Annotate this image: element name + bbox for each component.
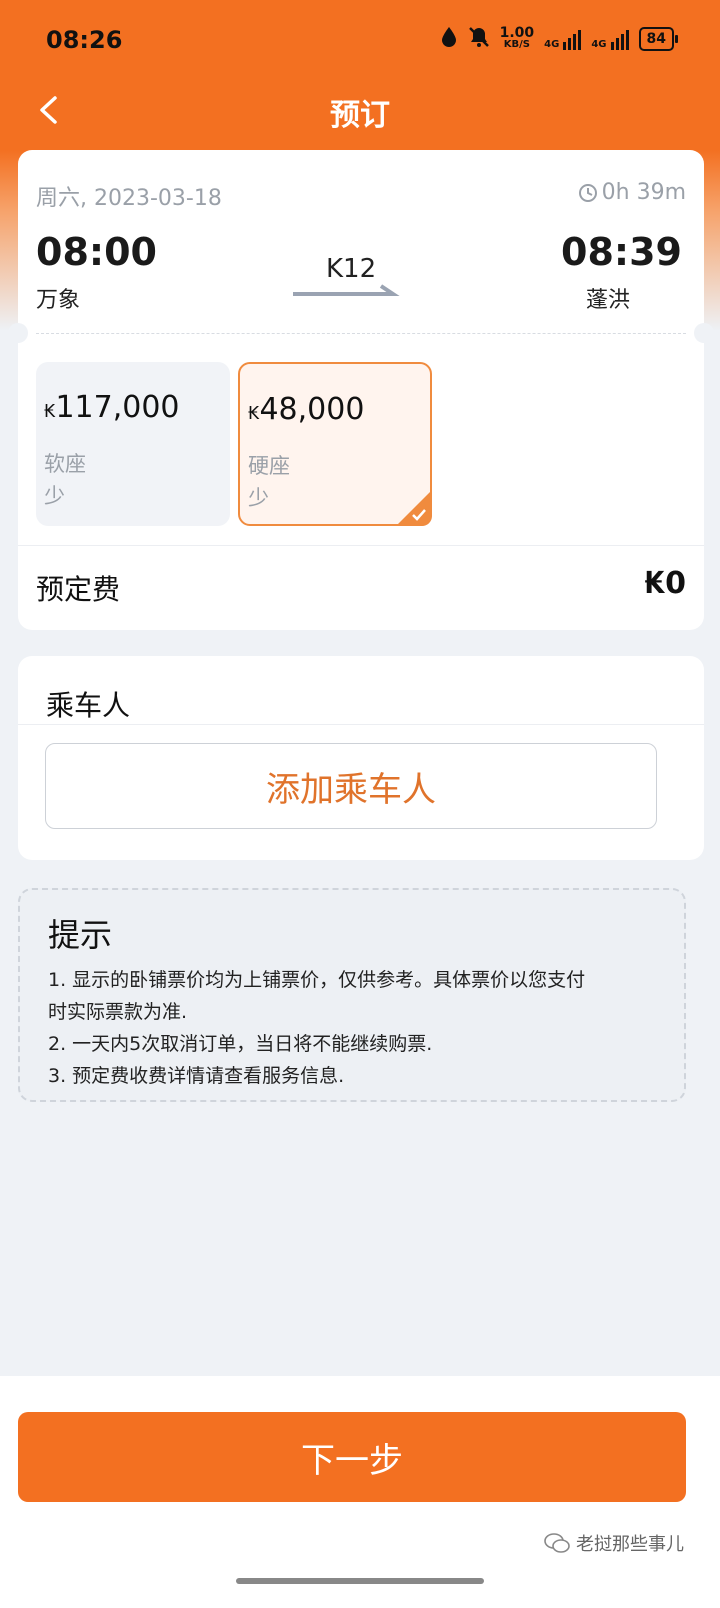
ticket-notch-right: [694, 323, 714, 343]
wechat-icon: [544, 1533, 570, 1553]
tip-line: 时实际票款为准.: [48, 1001, 188, 1023]
arrival-time: 08:39: [561, 230, 682, 274]
seat-availability: 少: [44, 484, 65, 508]
watermark: 老挝那些事儿: [544, 1530, 684, 1556]
departure-station: 万象: [36, 288, 81, 313]
tips-title: 提示: [48, 916, 113, 954]
passenger-title: 乘车人: [46, 689, 131, 722]
seat-class: 软座: [44, 452, 86, 476]
currency-symbol: ₭: [248, 403, 260, 424]
network-speed: 1.00 KB/S: [499, 25, 535, 51]
booking-fee-label: 预定费: [36, 573, 121, 606]
add-passenger-button[interactable]: 添加乘车人: [45, 743, 657, 829]
page-title: 预订: [330, 98, 390, 133]
booking-fee-value: ₭0: [644, 566, 686, 601]
currency-symbol: ₭: [44, 401, 56, 422]
mute-bell-icon: [468, 26, 490, 52]
signal-icon-2: 4G: [591, 28, 629, 50]
seat-price: ₭48,000: [248, 392, 364, 427]
signal-1-label: 4G: [544, 39, 560, 50]
data-saver-icon: [440, 26, 458, 52]
home-indicator[interactable]: [236, 1578, 484, 1584]
status-bar: 08:26 1.00 KB/S 4G 4G 84: [0, 0, 720, 84]
trip-date: 周六, 2023-03-18: [36, 186, 222, 211]
seat-price-value: 117,000: [55, 390, 180, 425]
tip-line: 2. 一天内5次取消订单，当日将不能继续购票.: [48, 1033, 433, 1055]
duration-text: 0h 39m: [601, 180, 686, 205]
seat-price-value: 48,000: [259, 392, 365, 427]
next-step-button[interactable]: 下一步: [18, 1412, 686, 1502]
seat-price: ₭117,000: [44, 390, 180, 425]
tip-line: 3. 预定费收费详情请查看服务信息.: [48, 1065, 345, 1087]
battery-icon: 84: [638, 27, 679, 51]
arrival-station: 蓬洪: [585, 288, 630, 313]
ticket-notch-left: [8, 323, 28, 343]
tip-line: 1. 显示的卧铺票价均为上铺票价，仅供参考。具体票价以您支付: [48, 969, 586, 991]
seat-option-soft[interactable]: ₭117,000 软座 少: [36, 362, 230, 526]
clock-icon: [578, 183, 597, 202]
net-speed-value: 1.00: [499, 25, 535, 41]
status-icons: 1.00 KB/S 4G 4G 84: [440, 25, 679, 52]
status-time: 08:26: [46, 26, 123, 54]
arrow-right-icon: [293, 284, 400, 296]
dashed-divider: [36, 333, 686, 334]
signal-2-label: 4G: [591, 39, 607, 50]
seat-class: 硬座: [248, 454, 290, 478]
nav-bar: 预订: [0, 84, 720, 140]
net-speed-unit: KB/S: [503, 39, 531, 50]
passenger-card: 乘车人 添加乘车人: [18, 656, 704, 860]
seat-availability: 少: [248, 486, 269, 510]
train-number: K12: [326, 254, 377, 284]
trip-duration: 0h 39m: [578, 180, 686, 205]
departure-time: 08:00: [36, 230, 157, 274]
signal-icon: 4G: [544, 28, 582, 50]
checkmark-icon: [396, 490, 432, 526]
tips-box: 提示 1. 显示的卧铺票价均为上铺票价，仅供参考。具体票价以您支付 时实际票款为…: [18, 888, 686, 1102]
watermark-text: 老挝那些事儿: [576, 1534, 684, 1555]
fee-divider: [18, 545, 704, 546]
trip-card: 周六, 2023-03-18 0h 39m 08:00 万象 K12 08:39…: [8, 150, 714, 630]
passenger-divider: [18, 724, 704, 725]
seat-option-hard[interactable]: ₭48,000 硬座 少: [238, 362, 432, 526]
